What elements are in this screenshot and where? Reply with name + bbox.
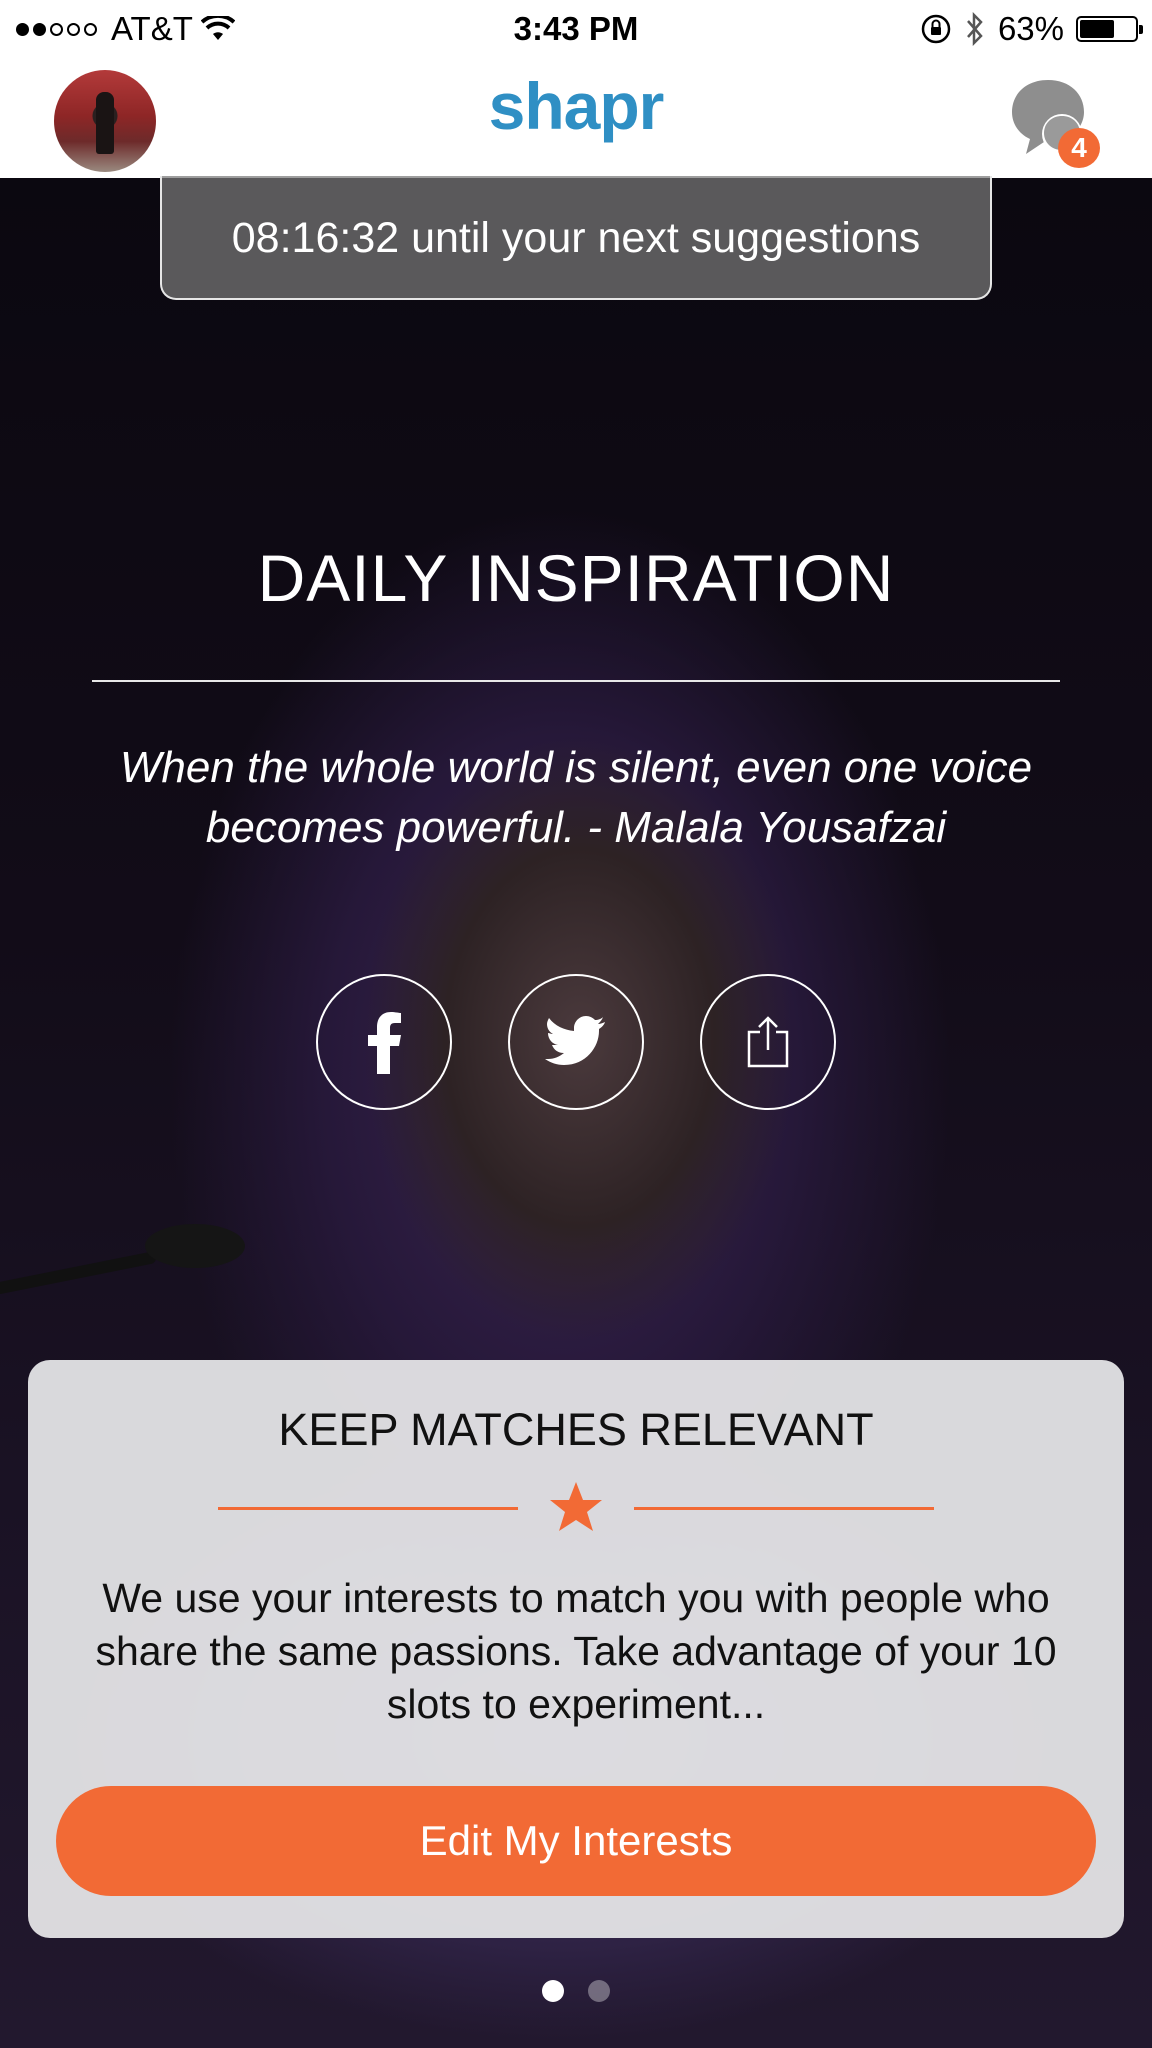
brand-logo: shapr	[488, 69, 665, 143]
share-buttons	[0, 974, 1152, 1110]
twitter-share-button[interactable]	[508, 974, 644, 1110]
nav-bar: shapr 4	[0, 58, 1152, 179]
share-icon	[747, 1016, 789, 1068]
divider-line-left	[218, 1507, 518, 1510]
inspiration-quote: When the whole world is silent, even one…	[119, 743, 1033, 852]
facebook-icon	[368, 1012, 401, 1074]
rotation-lock-icon	[921, 14, 951, 44]
card-body: We use your interests to match you with …	[95, 1575, 1057, 1727]
twitter-icon	[545, 1016, 605, 1065]
bluetooth-icon	[966, 12, 983, 46]
status-bar: AT&T 3:43 PM 63%	[0, 0, 1152, 58]
card-title: KEEP MATCHES RELEVANT	[278, 1404, 874, 1455]
battery-percent: 63%	[997, 10, 1064, 47]
battery-icon	[1076, 16, 1143, 42]
facebook-share-button[interactable]	[316, 974, 452, 1110]
status-right: 63%	[920, 10, 1143, 48]
microphone-decoration	[0, 1224, 245, 1294]
edit-interests-button[interactable]: Edit My Interests	[56, 1786, 1096, 1896]
page-indicator[interactable]	[0, 1980, 1152, 2002]
inspiration-divider	[92, 680, 1060, 682]
page-dot[interactable]	[588, 1980, 610, 2002]
star-icon	[550, 1482, 602, 1531]
next-suggestions-timer: 08:16:32 until your next suggestions	[160, 176, 992, 300]
card-divider	[218, 1482, 934, 1532]
page-dot-active[interactable]	[542, 1980, 564, 2002]
keep-matches-relevant-card: KEEP MATCHES RELEVANT We use your intere…	[28, 1360, 1124, 1938]
messages-button[interactable]: 4	[1004, 72, 1100, 168]
battery-fill	[1080, 20, 1114, 38]
daily-inspiration-title: DAILY INSPIRATION	[257, 541, 895, 615]
divider-line-right	[634, 1507, 934, 1510]
share-button[interactable]	[700, 974, 836, 1110]
messages-badge: 4	[1058, 128, 1100, 168]
